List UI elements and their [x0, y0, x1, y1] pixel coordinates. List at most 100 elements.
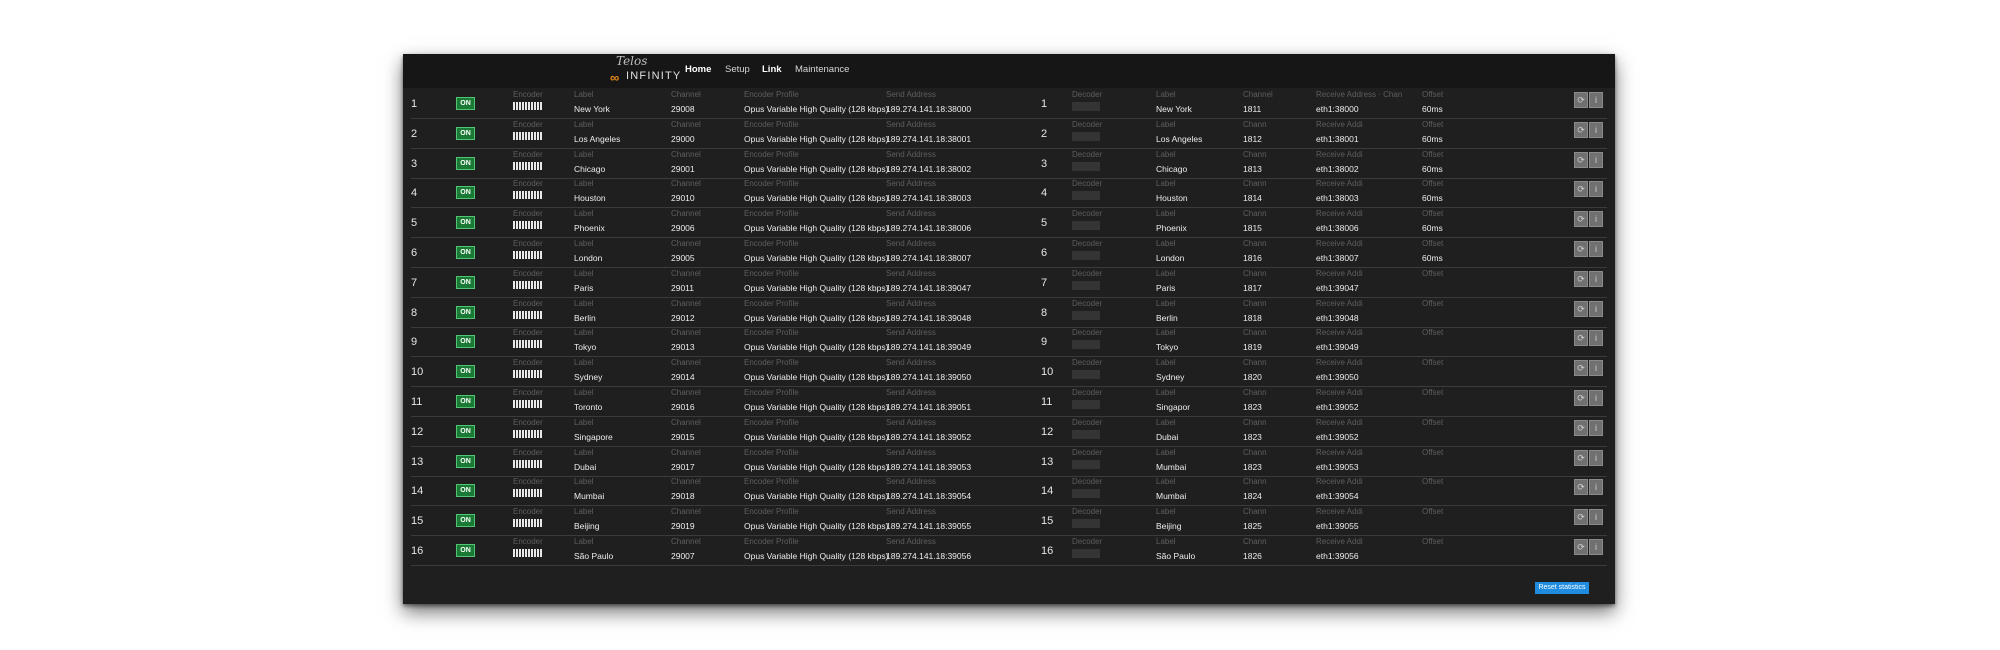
- encoder-profile: Opus Variable High Quality (128 kbps): [744, 551, 889, 561]
- refresh-icon[interactable]: ⟳: [1574, 301, 1588, 317]
- encoder-on-button[interactable]: ON: [456, 484, 475, 497]
- refresh-icon[interactable]: ⟳: [1574, 122, 1588, 138]
- encoder-heading: Encoder: [513, 388, 543, 397]
- profile-heading: Encoder Profile: [744, 269, 799, 278]
- channel-row: 4 ON Encoder Label Houston Channel 29010 Encode…: [411, 178, 1607, 208]
- decoder-level-meter: [1072, 430, 1100, 439]
- refresh-icon[interactable]: ⟳: [1574, 181, 1588, 197]
- decoder-level-meter: [1072, 549, 1100, 558]
- encoder-on-button[interactable]: ON: [456, 544, 475, 557]
- offset-heading: Offset: [1422, 209, 1444, 218]
- info-icon[interactable]: i: [1589, 181, 1603, 197]
- nav-setup[interactable]: Setup: [725, 64, 750, 75]
- refresh-icon[interactable]: ⟳: [1574, 479, 1588, 495]
- encoder-number: 10: [411, 366, 424, 378]
- encoder-level-meter: [513, 191, 543, 199]
- decoder-channel-heading: Chann: [1243, 150, 1267, 159]
- decoder-label-heading: Label: [1156, 150, 1176, 159]
- decoder-label-heading: Label: [1156, 448, 1176, 457]
- offset-heading: Offset: [1422, 358, 1444, 367]
- info-icon[interactable]: i: [1589, 450, 1603, 466]
- info-icon[interactable]: i: [1589, 390, 1603, 406]
- decoder-heading: Decoder: [1072, 358, 1103, 367]
- encoder-heading: Encoder: [513, 150, 543, 159]
- encoder-profile: Opus Variable High Quality (128 kbps): [744, 313, 889, 323]
- receive-address: eth1:39053: [1316, 462, 1359, 472]
- send-address-heading: Send Address: [886, 90, 936, 99]
- nav-maintenance[interactable]: Maintenance: [795, 64, 849, 75]
- decoder-channel-heading: Chann: [1243, 418, 1267, 427]
- info-icon[interactable]: i: [1589, 479, 1603, 495]
- decoder-channel-heading: Chann: [1243, 507, 1267, 516]
- encoder-on-button[interactable]: ON: [456, 455, 475, 468]
- channel-row: 3 ON Encoder Label Chicago Channel 29001 Encode…: [411, 149, 1607, 179]
- send-address-heading: Send Address: [886, 120, 936, 129]
- refresh-icon[interactable]: ⟳: [1574, 390, 1588, 406]
- decoder-label-heading: Label: [1156, 239, 1176, 248]
- decoder-label: Paris: [1156, 283, 1176, 293]
- encoder-profile: Opus Variable High Quality (128 kbps): [744, 491, 889, 501]
- encoder-on-button[interactable]: ON: [456, 127, 475, 140]
- refresh-icon[interactable]: ⟳: [1574, 450, 1588, 466]
- info-icon[interactable]: i: [1589, 360, 1603, 376]
- refresh-icon[interactable]: ⟳: [1574, 539, 1588, 555]
- decoder-heading: Decoder: [1072, 328, 1103, 337]
- encoder-number: 2: [411, 128, 418, 140]
- refresh-icon[interactable]: ⟳: [1574, 92, 1588, 108]
- encoder-on-button[interactable]: ON: [456, 365, 475, 378]
- channel-heading: Channel: [671, 299, 701, 308]
- info-icon[interactable]: i: [1589, 539, 1603, 555]
- encoder-on-button[interactable]: ON: [456, 246, 475, 259]
- info-icon[interactable]: i: [1589, 241, 1603, 257]
- info-icon[interactable]: i: [1589, 211, 1603, 227]
- encoder-on-button[interactable]: ON: [456, 425, 475, 438]
- decoder-heading: Decoder: [1072, 418, 1103, 427]
- info-icon[interactable]: i: [1589, 122, 1603, 138]
- decoder-channel-heading: Chann: [1243, 209, 1267, 218]
- encoder-on-button[interactable]: ON: [456, 186, 475, 199]
- decoder-number: 12: [1041, 426, 1054, 438]
- info-icon[interactable]: i: [1589, 271, 1603, 287]
- send-address: 189.274.141.18:39049: [886, 342, 972, 352]
- info-icon[interactable]: i: [1589, 420, 1603, 436]
- infinity-logo: Telos ∞ INFINITY: [610, 54, 680, 85]
- encoder-channel: 29016: [671, 402, 695, 412]
- encoder-on-button[interactable]: ON: [456, 97, 475, 110]
- encoder-on-button[interactable]: ON: [456, 157, 475, 170]
- encoder-channel: 29005: [671, 253, 695, 263]
- info-icon[interactable]: i: [1589, 509, 1603, 525]
- refresh-icon[interactable]: ⟳: [1574, 241, 1588, 257]
- encoder-on-button[interactable]: ON: [456, 276, 475, 289]
- info-icon[interactable]: i: [1589, 301, 1603, 317]
- encoder-on-button[interactable]: ON: [456, 514, 475, 527]
- offset-heading: Offset: [1422, 150, 1444, 159]
- encoder-level-meter: [513, 370, 543, 378]
- refresh-icon[interactable]: ⟳: [1574, 420, 1588, 436]
- encoder-on-button[interactable]: ON: [456, 306, 475, 319]
- encoder-on-button[interactable]: ON: [456, 216, 475, 229]
- encoder-on-button[interactable]: ON: [456, 395, 475, 408]
- encoder-on-button[interactable]: ON: [456, 335, 475, 348]
- encoder-level-meter: [513, 162, 543, 170]
- info-icon[interactable]: i: [1589, 330, 1603, 346]
- offset-value: 60ms: [1422, 134, 1443, 144]
- decoder-channel: 1826: [1243, 551, 1262, 561]
- refresh-icon[interactable]: ⟳: [1574, 330, 1588, 346]
- info-icon[interactable]: i: [1589, 92, 1603, 108]
- encoder-heading: Encoder: [513, 358, 543, 367]
- decoder-label: Singapor: [1156, 402, 1191, 412]
- refresh-icon[interactable]: ⟳: [1574, 211, 1588, 227]
- receive-address-heading: Receive Addi: [1316, 448, 1363, 457]
- refresh-icon[interactable]: ⟳: [1574, 509, 1588, 525]
- info-icon[interactable]: i: [1589, 152, 1603, 168]
- refresh-icon[interactable]: ⟳: [1574, 360, 1588, 376]
- nav-home[interactable]: Home: [685, 64, 711, 75]
- receive-address-heading: Receive Addi: [1316, 358, 1363, 367]
- nav-link[interactable]: Link: [762, 64, 782, 75]
- encoder-channel: 29012: [671, 313, 695, 323]
- label-heading: Label: [574, 150, 594, 159]
- reset-statistics-button[interactable]: Reset statistics: [1535, 582, 1589, 594]
- refresh-icon[interactable]: ⟳: [1574, 271, 1588, 287]
- decoder-label: São Paulo: [1156, 551, 1196, 561]
- refresh-icon[interactable]: ⟳: [1574, 152, 1588, 168]
